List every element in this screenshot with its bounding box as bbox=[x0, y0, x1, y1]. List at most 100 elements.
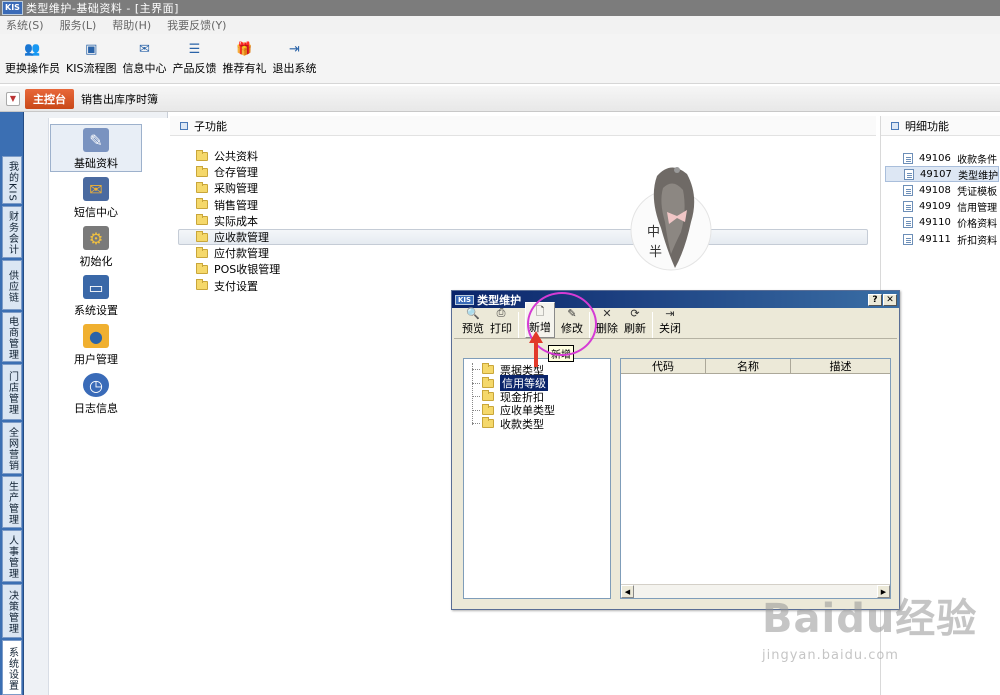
folder-label: 仓存管理 bbox=[214, 166, 258, 180]
print-label: 打印 bbox=[490, 322, 512, 335]
folder-item[interactable]: 应付款管理 bbox=[196, 245, 868, 261]
delete-button[interactable]: ✕ 删除 bbox=[596, 306, 618, 338]
module-basic-data[interactable]: ✎ 基础资料 bbox=[50, 124, 142, 172]
folder-icon bbox=[482, 403, 494, 415]
module-user-management-label: 用户管理 bbox=[74, 353, 118, 366]
column-header-name[interactable]: 名称 bbox=[706, 359, 791, 373]
folder-open-icon bbox=[482, 376, 494, 388]
document-icon bbox=[903, 184, 913, 196]
exit-system-button[interactable]: ⇥ 退出系统 bbox=[269, 34, 319, 83]
chevron-down-icon[interactable]: ▼ bbox=[6, 91, 20, 106]
detail-code: 49108 bbox=[919, 184, 951, 196]
module-system-settings-label: 系统设置 bbox=[74, 304, 118, 317]
folder-icon bbox=[196, 149, 208, 161]
folder-icon bbox=[196, 230, 208, 242]
menu-service[interactable]: 服务(L) bbox=[60, 17, 97, 33]
module-log-info[interactable]: ◷ 日志信息 bbox=[50, 370, 142, 418]
exit-door-icon: ⇥ bbox=[665, 306, 675, 320]
column-header-code[interactable]: 代码 bbox=[621, 359, 706, 373]
phone-icon: ✉ bbox=[83, 177, 109, 201]
module-sms-center[interactable]: ✉ 短信中心 bbox=[50, 174, 142, 222]
detail-item[interactable]: 49106 收款条件 bbox=[885, 150, 999, 166]
square-bullet-icon bbox=[891, 121, 899, 130]
menu-feedback[interactable]: 我要反馈(Y) bbox=[167, 17, 226, 33]
document-icon bbox=[903, 201, 913, 213]
detail-item-selected[interactable]: 49107 类型维护 bbox=[885, 166, 1000, 183]
close-icon[interactable]: ✕ bbox=[883, 293, 897, 306]
preview-button[interactable]: 🔍 预览 bbox=[462, 306, 484, 338]
main-console-tab[interactable]: 主控台 bbox=[25, 88, 74, 109]
folder-item[interactable]: 仓存管理 bbox=[196, 164, 868, 180]
detail-list: 49106 收款条件 49107 类型维护 49108 凭证模板 49109 信… bbox=[885, 150, 1000, 247]
toolbar-separator bbox=[652, 312, 653, 338]
module-system-settings[interactable]: ▭ 系统设置 bbox=[50, 272, 142, 320]
folder-item[interactable]: 销售管理 bbox=[196, 197, 868, 213]
folder-label: 支付设置 bbox=[214, 279, 258, 293]
folder-item[interactable]: 实际成本 bbox=[196, 213, 868, 229]
folder-icon bbox=[196, 198, 208, 210]
folder-label: 销售管理 bbox=[214, 198, 258, 212]
detail-item[interactable]: 49108 凭证模板 bbox=[885, 182, 999, 198]
vtab-my-kis[interactable]: 我的KIS bbox=[2, 156, 22, 204]
info-center-button[interactable]: ✉ 信息中心 bbox=[119, 34, 169, 83]
flowchart-icon: ▣ bbox=[85, 41, 98, 57]
dialog-close-button[interactable]: ⇥ 关闭 bbox=[659, 306, 681, 338]
folder-item-selected[interactable]: 应收款管理 bbox=[178, 228, 868, 246]
switch-operator-label: 更换操作员 bbox=[5, 62, 60, 75]
module-basic-data-label: 基础资料 bbox=[74, 157, 118, 170]
recommend-button[interactable]: 🎁 推荐有礼 bbox=[219, 34, 269, 83]
switch-operator-button[interactable]: 👥 更换操作员 bbox=[2, 34, 63, 83]
module-init[interactable]: ⚙ 初始化 bbox=[50, 223, 142, 271]
detail-code: 49110 bbox=[919, 217, 951, 229]
document-icon bbox=[904, 168, 914, 180]
gift-icon: 🎁 bbox=[236, 41, 253, 57]
folder-item[interactable]: POS收银管理 bbox=[196, 261, 868, 277]
vtab-system-settings[interactable]: 系统设置 bbox=[2, 640, 22, 695]
detail-name: 类型维护 bbox=[958, 170, 999, 182]
column-header-desc[interactable]: 描述 bbox=[791, 359, 890, 373]
avatar-text-ban: 半 bbox=[649, 245, 662, 260]
menu-bar: 系统(S) 服务(L) 帮助(H) 我要反馈(Y) bbox=[0, 16, 1000, 34]
module-user-management[interactable]: ● 用户管理 bbox=[50, 321, 142, 369]
printer-icon: ⎙ bbox=[496, 306, 506, 319]
scroll-left-icon[interactable]: ◀ bbox=[621, 585, 634, 598]
vtab-hr[interactable]: 人事管理 bbox=[2, 530, 22, 582]
vtab-marketing[interactable]: 全网营销 bbox=[2, 422, 22, 474]
square-bullet-icon bbox=[180, 121, 188, 130]
avatar-text-zhong: 中 bbox=[647, 225, 660, 240]
feedback-icon: ☰ bbox=[188, 41, 201, 57]
folder-label: 应收款管理 bbox=[214, 231, 269, 245]
detail-item[interactable]: 49109 信用管理 bbox=[885, 199, 999, 215]
vtab-decision[interactable]: 决策管理 bbox=[2, 584, 22, 638]
help-button[interactable]: ? bbox=[868, 293, 882, 306]
vtab-finance[interactable]: 财务会计 bbox=[2, 206, 22, 258]
vtab-ecommerce[interactable]: 电商管理 bbox=[2, 312, 22, 362]
breadcrumb[interactable]: 销售出库序时簿 bbox=[81, 91, 158, 107]
document-icon bbox=[903, 233, 913, 245]
preview-label: 预览 bbox=[462, 322, 484, 335]
basic-data-icon: ✎ bbox=[83, 128, 109, 152]
menu-help[interactable]: 帮助(H) bbox=[112, 17, 151, 33]
tree-item[interactable]: 收款类型 bbox=[472, 417, 555, 431]
flowchart-button[interactable]: ▣ KIS流程图 bbox=[63, 34, 119, 83]
kis-logo: KIS bbox=[2, 1, 23, 15]
watermark-logo-text: Baidu经验 bbox=[762, 596, 978, 642]
vtab-production[interactable]: 生产管理 bbox=[2, 476, 22, 528]
vtab-store[interactable]: 门店管理 bbox=[2, 364, 22, 420]
detail-item[interactable]: 49111 折扣资料 bbox=[885, 231, 999, 247]
info-center-label: 信息中心 bbox=[122, 62, 167, 75]
exit-icon: ⇥ bbox=[289, 41, 300, 57]
folder-icon bbox=[196, 279, 208, 291]
dialog-toolbar: 🔍 预览 ⎙ 打印 🗋 新增 ✎ 修改 ✕ 删除 ⟳ 刷新 ⇥ 关闭 bbox=[454, 302, 897, 339]
folder-item[interactable]: 公共资料 bbox=[196, 148, 868, 164]
product-feedback-button[interactable]: ☰ 产品反馈 bbox=[169, 34, 219, 83]
refresh-button[interactable]: ⟳ 刷新 bbox=[624, 306, 646, 338]
folder-label: 公共资料 bbox=[214, 150, 258, 164]
detail-item[interactable]: 49110 价格资料 bbox=[885, 215, 999, 231]
folder-item[interactable]: 采购管理 bbox=[196, 180, 868, 196]
menu-system[interactable]: 系统(S) bbox=[6, 17, 44, 33]
folder-icon bbox=[196, 165, 208, 177]
vtab-supply-chain[interactable]: 供应链 bbox=[2, 260, 22, 310]
detail-code: 49109 bbox=[919, 201, 951, 213]
print-button[interactable]: ⎙ 打印 bbox=[490, 306, 512, 338]
